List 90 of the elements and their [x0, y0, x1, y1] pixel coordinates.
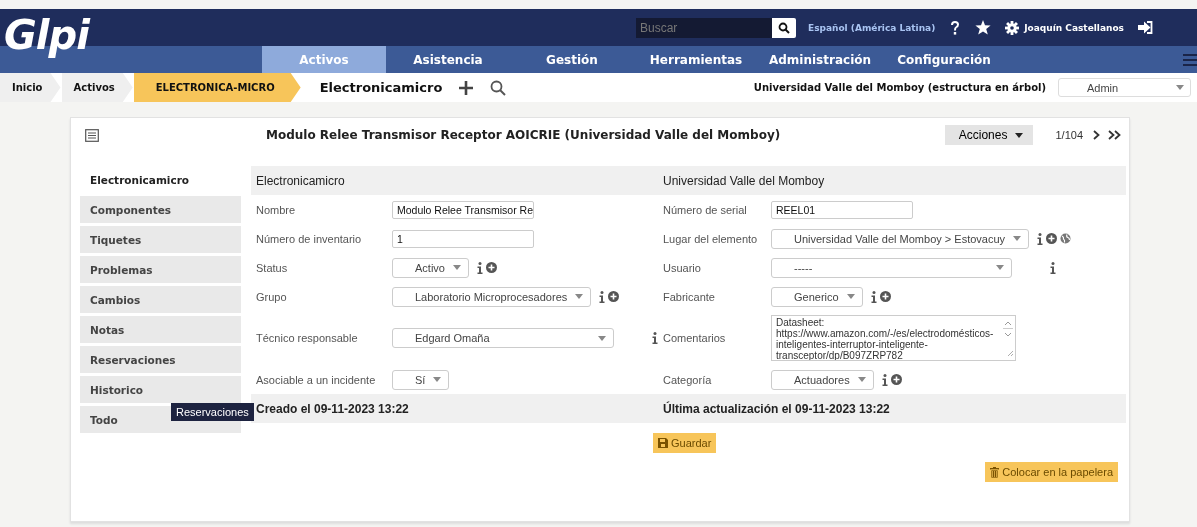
dropdown-field[interactable]: Edgard Omaña: [392, 328, 614, 348]
menu-item[interactable]: Asistencia: [386, 46, 510, 73]
entity-name[interactable]: Universidad Valle del Momboy (estructura en árbol): [753, 82, 1046, 93]
search-button[interactable]: [772, 17, 796, 38]
caret-icon: [1015, 132, 1024, 138]
tab[interactable]: Reservaciones: [80, 346, 241, 373]
tab[interactable]: Problemas: [80, 256, 241, 283]
breadcrumb-link[interactable]: Inicio: [0, 73, 61, 102]
info-icon[interactable]: [870, 290, 877, 303]
caret-icon: [433, 377, 442, 382]
caret-icon: [1176, 85, 1184, 90]
text-field[interactable]: REEL01: [771, 200, 913, 219]
tab[interactable]: Cambios: [80, 286, 241, 313]
caret-icon: [1013, 236, 1022, 241]
profile-select[interactable]: Admin: [1058, 78, 1191, 97]
field-label: Técnico responsable: [255, 331, 359, 346]
text-field[interactable]: Modulo Relee Transmisor Re: [392, 200, 534, 219]
dropdown-field[interactable]: Generico: [771, 286, 863, 307]
field-label: Fabricante: [662, 289, 716, 305]
dropdown-field[interactable]: -----: [771, 257, 1012, 278]
trash-button[interactable]: Colocar en la papelera: [985, 462, 1118, 482]
add-icon[interactable]: [879, 291, 891, 302]
info-icon[interactable]: [476, 261, 483, 274]
menu-item[interactable]: Administración: [758, 46, 882, 73]
add-icon[interactable]: [458, 79, 475, 96]
caret-icon: [575, 294, 584, 299]
field-label: Nombre: [255, 202, 297, 218]
add-icon[interactable]: [485, 262, 497, 273]
actions-button[interactable]: Acciones: [944, 125, 1034, 145]
tab[interactable]: Componentes: [80, 196, 241, 223]
search-field[interactable]: Buscar: [636, 17, 772, 38]
search-icon[interactable]: [490, 79, 507, 96]
field-label: Usuario: [662, 260, 702, 276]
breadcrumb-link[interactable]: Activos: [61, 73, 133, 102]
logout-icon[interactable]: [1137, 21, 1153, 34]
dropdown-field[interactable]: Laboratorio Microprocesadores: [392, 286, 592, 307]
next-icon[interactable]: [1093, 130, 1100, 140]
field-label: Comentarios: [662, 331, 727, 346]
tab[interactable]: Notas: [80, 316, 241, 343]
info-icon[interactable]: [652, 332, 658, 344]
field-label: Asociable a un incidente: [255, 372, 377, 388]
caret-icon: [452, 265, 461, 270]
user-name[interactable]: Joaquín Castellanos: [1024, 22, 1124, 33]
tab[interactable]: Tiquetes: [80, 226, 241, 253]
language-link[interactable]: Español (América Latina): [808, 22, 936, 33]
list-icon[interactable]: [85, 128, 99, 142]
field-label: Status: [255, 260, 289, 276]
field-label: Lugar del elemento: [662, 231, 759, 247]
timestamp-text: Creado el 09-11-2023 13:22: [251, 394, 658, 423]
pager-count: 1/104: [1055, 129, 1083, 141]
page-title: Electronicamicro: [319, 80, 443, 95]
dropdown-field[interactable]: Actuadores: [771, 369, 874, 390]
add-icon[interactable]: [890, 374, 902, 385]
dropdown-field[interactable]: Activo: [392, 257, 469, 278]
trash-icon: [990, 466, 1000, 478]
star-icon[interactable]: [975, 20, 992, 35]
info-icon[interactable]: [881, 373, 888, 386]
info-icon[interactable]: [599, 290, 606, 303]
info-icon[interactable]: [1050, 261, 1056, 274]
save-button[interactable]: Guardar: [653, 433, 717, 453]
breadcrumb-link[interactable]: ELECTRONICA-MICRO: [133, 73, 301, 102]
field-label: Número de inventario: [255, 231, 363, 247]
help-icon[interactable]: [949, 19, 962, 36]
caret-icon: [846, 294, 855, 299]
section-header: Universidad Valle del Momboy: [658, 166, 1126, 195]
text-field[interactable]: 1: [392, 229, 534, 248]
field-label: Número de serial: [662, 202, 748, 218]
dropdown-field[interactable]: Universidad Valle del Momboy > Estovacuy: [771, 228, 1030, 249]
field-label: Categoría: [662, 372, 713, 388]
field-label: Grupo: [255, 289, 288, 305]
tab[interactable]: Historico: [80, 376, 241, 403]
search-icon: [778, 21, 790, 34]
globe-icon[interactable]: [1060, 233, 1072, 244]
section-header: Electronicamicro: [251, 166, 658, 195]
menu-item[interactable]: Configuración: [882, 46, 1006, 73]
caret-icon: [598, 335, 606, 341]
add-icon[interactable]: [608, 291, 620, 302]
caret-icon: [857, 377, 866, 382]
timestamp-text: Última actualización el 09-11-2023 13:22: [658, 394, 1126, 423]
save-icon: [658, 438, 668, 448]
menu-item[interactable]: Herramientas: [634, 46, 758, 73]
caret-icon: [996, 265, 1004, 270]
add-icon[interactable]: [1046, 233, 1058, 244]
last-icon[interactable]: [1108, 130, 1121, 140]
info-icon[interactable]: [1037, 232, 1044, 245]
card-title: Modulo Relee Transmisor Receptor AOICRIE (Universidad Valle del Momboy): [266, 128, 782, 142]
settings-icon[interactable]: [1005, 20, 1020, 35]
menu-item[interactable]: Gestión: [510, 46, 634, 73]
tooltip: Reservaciones: [171, 403, 254, 421]
dropdown-field[interactable]: Sí: [392, 369, 450, 390]
